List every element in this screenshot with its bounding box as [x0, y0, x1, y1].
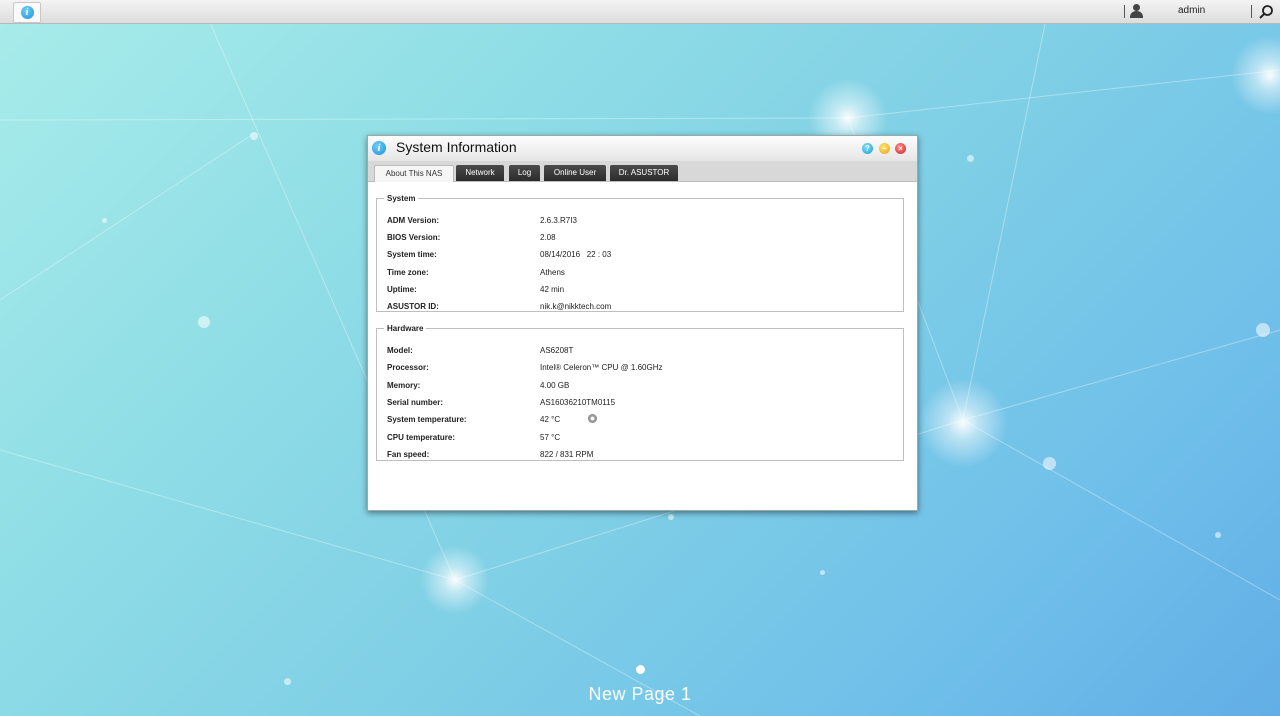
background-glow	[420, 545, 490, 615]
info-label: ASUSTOR ID:	[387, 302, 439, 311]
info-label: BIOS Version:	[387, 233, 441, 242]
tab-bar: About This NAS Network Log Online User D…	[368, 161, 917, 182]
help-button[interactable]: ?	[862, 143, 873, 154]
background-dot	[102, 218, 107, 223]
info-value: 822 / 831 RPM	[540, 450, 594, 459]
info-icon: i	[20, 6, 34, 19]
system-temperature-value: 42 °C	[540, 415, 561, 424]
background-dot	[1256, 323, 1270, 337]
window-title: System Information	[396, 139, 517, 155]
window-title-bar[interactable]: i System Information ? – ×	[368, 136, 917, 161]
hardware-section: Hardware Model: AS6208T Processor: Intel…	[376, 324, 904, 461]
background-dot	[820, 570, 825, 575]
info-value: Athens	[540, 268, 565, 277]
background-dot	[1215, 532, 1221, 538]
system-section: System ADM Version: 2.6.3.R7I3 BIOS Vers…	[376, 194, 904, 312]
info-value: 42 min	[540, 285, 565, 294]
info-label: System time:	[387, 250, 437, 259]
info-label: Model:	[387, 346, 413, 355]
background-dot	[250, 132, 258, 140]
info-value: 57 °C	[540, 433, 561, 442]
info-label: Time zone:	[387, 268, 429, 277]
info-value: nik.k@nikktech.com	[540, 302, 612, 311]
top-bar: i admin	[0, 0, 1280, 24]
minimize-button[interactable]: –	[879, 143, 890, 154]
system-information-taskbar-button[interactable]: i	[13, 2, 41, 23]
info-value: Intel® Celeron™ CPU @ 1.60GHz	[540, 363, 663, 372]
info-label: Uptime:	[387, 285, 417, 294]
background-glow	[918, 378, 1008, 468]
info-value: 42 °C	[540, 414, 597, 424]
info-label: CPU temperature:	[387, 433, 456, 442]
tab-log[interactable]: Log	[509, 165, 540, 181]
tab-dr-asustor[interactable]: Dr. ASUSTOR	[610, 165, 678, 181]
close-button[interactable]: ×	[895, 143, 906, 154]
info-value: 2.6.3.R7I3	[540, 216, 577, 225]
info-label: Processor:	[387, 363, 429, 372]
info-label: System temperature:	[387, 415, 467, 424]
info-value: AS16036210TM0115	[540, 398, 616, 407]
tab-online-user[interactable]: Online User	[544, 165, 606, 181]
tab-about-this-nas[interactable]: About This NAS	[374, 165, 454, 182]
system-information-window: i System Information ? – × About This NA…	[367, 135, 918, 511]
info-value: AS6208T	[540, 346, 574, 355]
divider	[1124, 5, 1125, 18]
tab-network[interactable]: Network	[456, 165, 504, 181]
background-dot	[1043, 457, 1056, 470]
info-label: Serial number:	[387, 398, 444, 407]
user-icon[interactable]	[1129, 4, 1143, 19]
info-icon: i	[372, 141, 386, 155]
background-dot	[967, 155, 974, 162]
page-indicator-dot[interactable]	[636, 665, 645, 674]
username-label[interactable]: admin	[1178, 5, 1205, 16]
info-label: Fan speed:	[387, 450, 430, 459]
search-icon[interactable]	[1258, 4, 1274, 20]
hardware-legend: Hardware	[387, 324, 424, 333]
info-label: Memory:	[387, 381, 421, 390]
system-legend: System	[387, 194, 416, 203]
info-value: 4.00 GB	[540, 381, 570, 390]
background-dot	[198, 316, 210, 328]
background-dot	[668, 514, 674, 520]
temperature-settings-icon[interactable]	[588, 414, 597, 423]
desktop-page-label: New Page 1	[588, 684, 692, 704]
info-label: ADM Version:	[387, 216, 440, 225]
info-value: 2.08	[540, 233, 556, 242]
divider	[1251, 5, 1252, 18]
background-glow	[1230, 35, 1280, 115]
info-value: 08/14/2016 22 : 03	[540, 250, 612, 259]
